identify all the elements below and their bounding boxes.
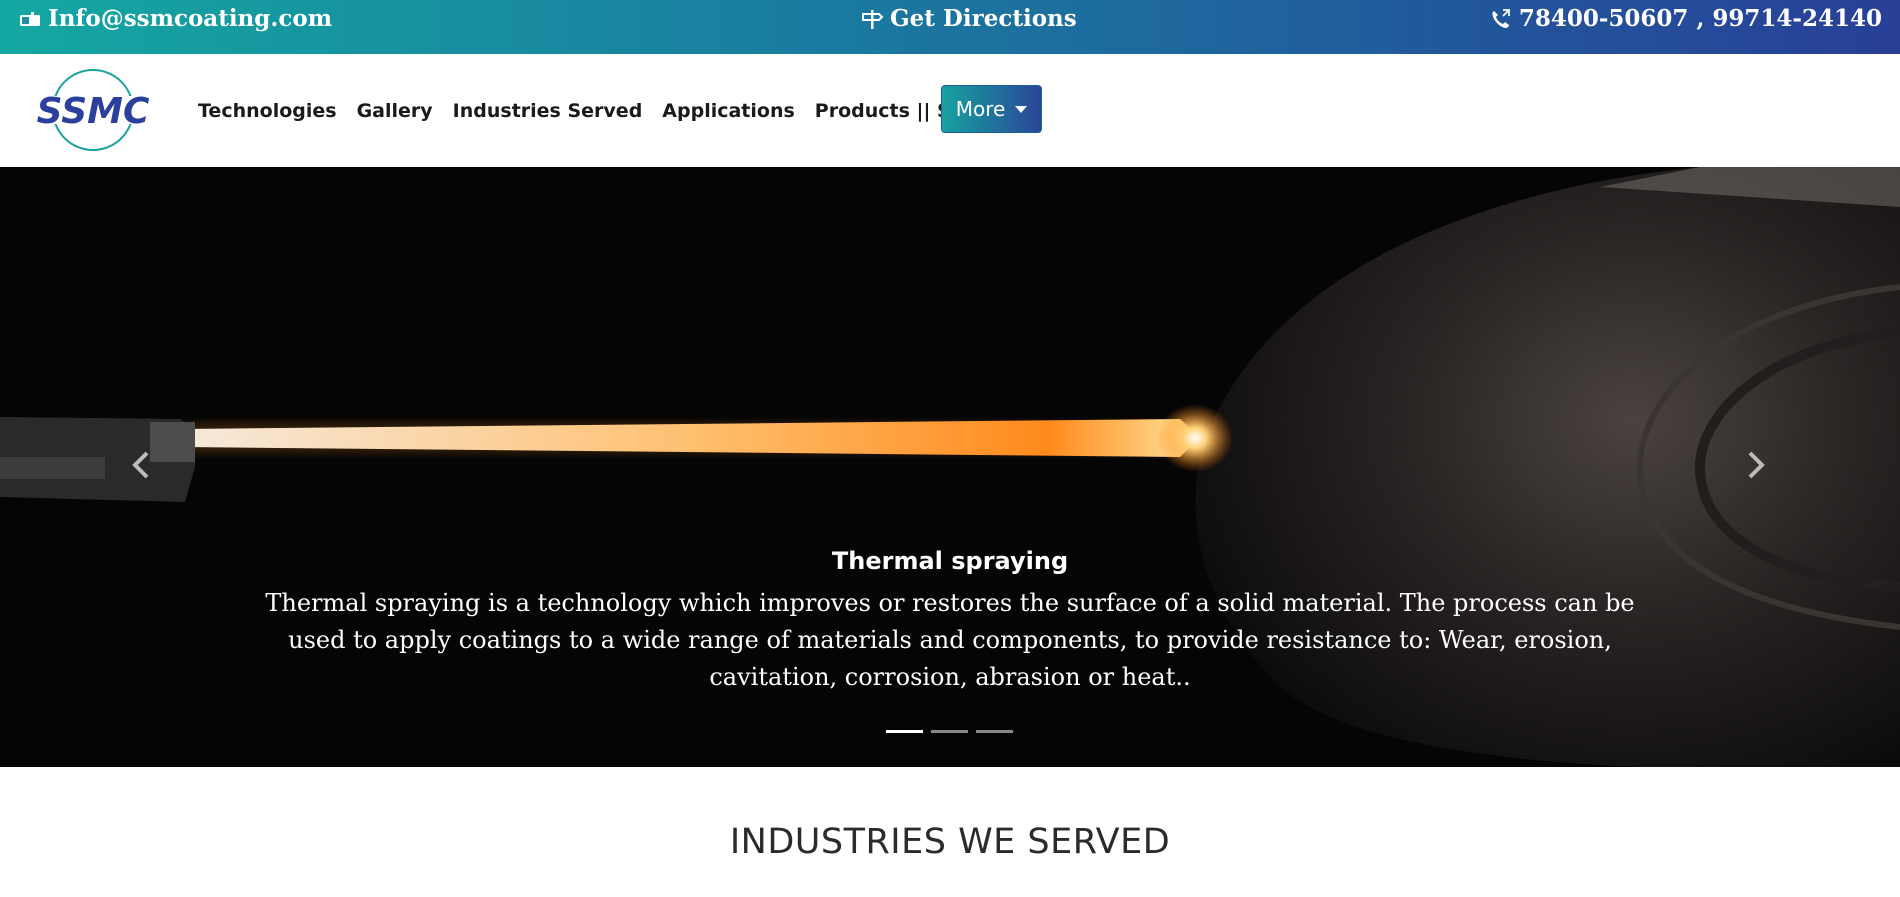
carousel-indicator-1[interactable] xyxy=(886,730,923,733)
slide-description: Thermal spraying is a technology which i… xyxy=(265,589,1635,691)
carousel-indicator-2[interactable] xyxy=(931,730,968,733)
email-text: Info@ssmcoating.com xyxy=(48,5,333,32)
signpost-icon xyxy=(860,8,884,30)
nav-industries-served[interactable]: Industries Served xyxy=(453,100,643,122)
carousel-prev-button[interactable] xyxy=(122,445,162,485)
logo-text: SSMC xyxy=(37,91,150,132)
directions-text: Get Directions xyxy=(890,5,1077,32)
carousel-next-button[interactable] xyxy=(1735,445,1775,485)
envelope-icon xyxy=(18,8,42,30)
nav-technologies[interactable]: Technologies xyxy=(198,100,337,122)
carousel-indicators xyxy=(886,730,1021,733)
main-navbar: SSMC Technologies Gallery Industries Ser… xyxy=(0,54,1900,167)
slide-title: Thermal spraying xyxy=(831,547,1069,575)
carousel-indicator-3[interactable] xyxy=(976,730,1013,733)
get-directions-link[interactable]: Get Directions xyxy=(860,0,1077,38)
nav-applications[interactable]: Applications xyxy=(662,100,795,122)
chevron-right-icon xyxy=(1748,451,1765,479)
chevron-left-icon xyxy=(132,451,149,479)
phone-icon xyxy=(1489,8,1513,30)
nav-menu: Technologies Gallery Industries Served A… xyxy=(198,54,1047,167)
phone-link[interactable]: 78400-50607 , 99714-24140 xyxy=(1489,0,1882,38)
top-contact-bar: Info@ssmcoating.com Get Directions 78400… xyxy=(0,0,1900,54)
nav-gallery[interactable]: Gallery xyxy=(357,100,433,122)
slide-caption: Thermal spraying Thermal spraying is a t… xyxy=(260,547,1640,696)
email-link[interactable]: Info@ssmcoating.com xyxy=(18,0,332,38)
more-label: More xyxy=(955,97,1006,121)
hero-carousel: Thermal spraying Thermal spraying is a t… xyxy=(0,167,1900,767)
section-title: INDUSTRIES WE SERVED xyxy=(729,822,1171,862)
caret-down-icon xyxy=(1015,105,1028,113)
ssmc-logo[interactable]: SSMC xyxy=(18,68,168,152)
phone-text: 78400-50607 , 99714-24140 xyxy=(1518,5,1882,32)
more-dropdown-button[interactable]: More xyxy=(941,85,1042,133)
